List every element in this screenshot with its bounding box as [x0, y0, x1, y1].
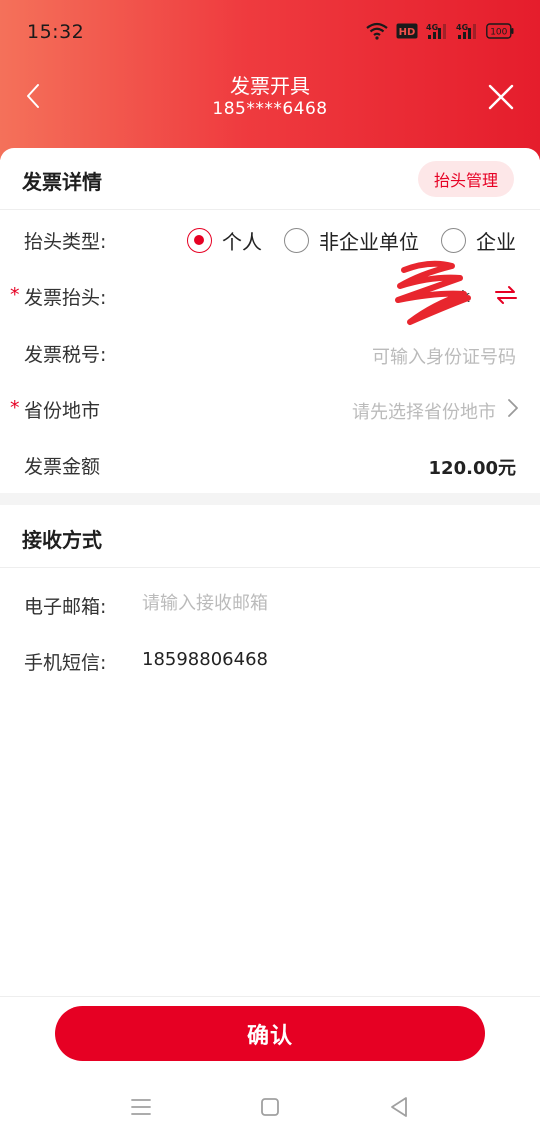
section-separator — [0, 493, 540, 505]
sms-label: 手机短信: — [24, 652, 107, 674]
amount-value: 120.00元 — [428, 458, 516, 479]
close-button[interactable] — [484, 80, 518, 114]
tax-number-label: 发票税号: — [24, 344, 107, 366]
home-button[interactable] — [257, 1094, 283, 1120]
confirm-button[interactable]: 确认 — [55, 1006, 485, 1061]
divider — [0, 209, 540, 210]
system-navigation-bar — [0, 1080, 540, 1136]
email-input[interactable] — [142, 593, 502, 614]
radio-personal[interactable]: 个人 — [187, 226, 262, 255]
swap-icon[interactable] — [494, 284, 518, 306]
invoice-details-title: 发票详情 — [22, 170, 102, 194]
home-square-icon — [261, 1098, 279, 1116]
status-icons: HD 4G 4G 100 — [366, 22, 514, 40]
receive-method-title: 接收方式 — [22, 528, 102, 552]
redaction-scribble — [395, 260, 471, 325]
signal-4g-icon: 4G — [426, 23, 446, 39]
back-nav-button[interactable] — [386, 1094, 412, 1120]
net-label: 4G — [456, 23, 468, 32]
radio-enterprise[interactable]: 企业 — [441, 226, 516, 255]
battery-level: 100 — [490, 28, 507, 38]
menu-icon — [131, 1099, 151, 1115]
amount-label: 发票金额 — [24, 456, 101, 478]
wifi-icon — [366, 22, 388, 40]
divider — [0, 996, 540, 997]
radio-non-enterprise-label: 非企业单位 — [319, 230, 419, 254]
chevron-right-icon — [508, 399, 518, 417]
back-triangle-icon — [391, 1097, 407, 1117]
battery-icon: 100 — [486, 23, 514, 39]
header-type-radio-group: 个人 非企业单位 企业 — [187, 226, 516, 255]
status-time: 15:32 — [27, 21, 85, 43]
net-label: 4G — [426, 23, 438, 32]
header-type-label: 抬头类型: — [24, 231, 107, 253]
radio-unselected-icon — [441, 228, 466, 253]
hd-label: HD — [399, 27, 416, 38]
hd-icon: HD — [396, 23, 418, 39]
radio-selected-icon — [187, 228, 212, 253]
radio-personal-label: 个人 — [222, 230, 262, 254]
page-title: 发票开具 — [230, 74, 310, 98]
page-subtitle-phone: 185****6468 — [212, 99, 328, 119]
divider — [0, 567, 540, 568]
region-selector[interactable]: 请先选择省份地市 — [352, 398, 496, 424]
status-bar: 15:32 HD 4G 4G 100 — [0, 0, 540, 64]
tax-number-input[interactable]: 可输入身份证号码 — [372, 343, 516, 369]
header-banner: 15:32 HD 4G 4G 100 发票开具 185****6468 — [0, 0, 540, 160]
radio-non-enterprise[interactable]: 非企业单位 — [284, 226, 419, 255]
region-label: 省份地市 — [24, 400, 101, 422]
required-mark: * — [10, 284, 20, 306]
header-management-button[interactable]: 抬头管理 — [417, 161, 514, 197]
radio-unselected-icon — [284, 228, 309, 253]
signal-4g-icon: 4G — [456, 23, 476, 39]
close-icon — [488, 84, 514, 110]
invoice-header-label: 发票抬头: — [24, 287, 107, 309]
required-mark: * — [10, 397, 20, 419]
radio-enterprise-label: 企业 — [476, 230, 516, 254]
email-label: 电子邮箱: — [24, 596, 107, 618]
menu-button[interactable] — [128, 1094, 154, 1120]
sms-phone-value: 18598806468 — [142, 649, 268, 670]
